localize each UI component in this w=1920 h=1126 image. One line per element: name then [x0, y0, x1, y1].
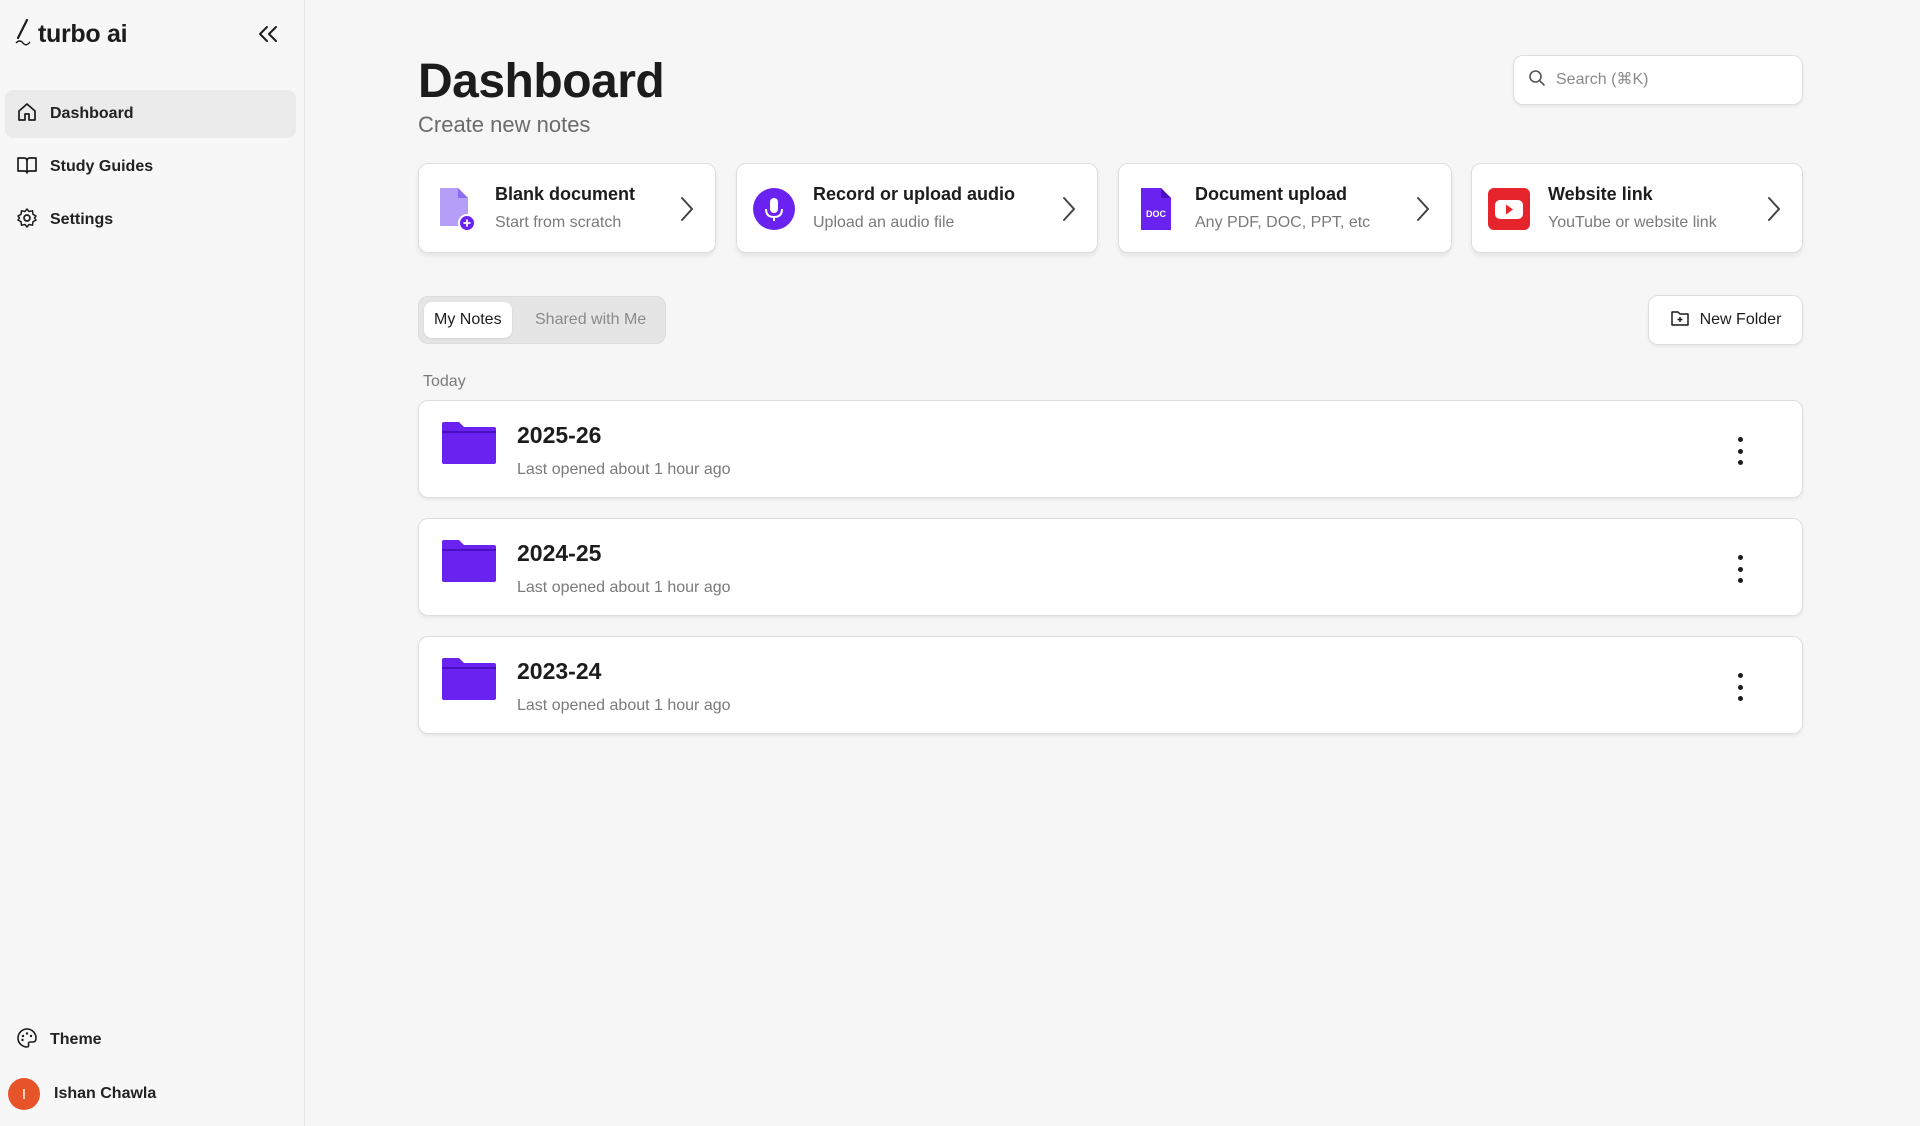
book-icon	[16, 154, 38, 181]
brand-logo[interactable]: turbo ai	[12, 18, 128, 51]
card-title: Blank document	[495, 184, 636, 204]
folder-row[interactable]: 2024-25 Last opened about 1 hour ago	[418, 518, 1803, 616]
create-options: Blank document Start from scratch Record…	[418, 163, 1803, 253]
user-profile[interactable]: I Ishan Chawla	[8, 1078, 156, 1110]
double-chevron-left-icon	[259, 26, 277, 42]
chevron-right-icon	[1415, 195, 1431, 228]
search-icon	[1528, 69, 1546, 92]
page-subtitle: Create new notes	[418, 112, 591, 137]
page-title: Dashboard	[418, 55, 665, 108]
sidebar-item-dashboard[interactable]: Dashboard	[5, 90, 296, 138]
more-options-icon[interactable]	[1730, 555, 1750, 583]
gear-icon	[16, 207, 38, 234]
avatar: I	[8, 1078, 40, 1110]
tab-my-notes[interactable]: My Notes	[424, 302, 512, 338]
blank-document-icon	[433, 186, 479, 232]
chevron-right-icon	[1766, 195, 1782, 228]
new-folder-button[interactable]: New Folder	[1648, 295, 1803, 345]
folder-icon	[441, 657, 497, 706]
folder-name: 2023-24	[517, 658, 602, 684]
card-subtitle: Upload an audio file	[813, 214, 955, 231]
microphone-icon	[751, 186, 797, 232]
folder-meta: Last opened about 1 hour ago	[517, 579, 731, 596]
folder-list: 2025-26 Last opened about 1 hour ago 202…	[418, 400, 1803, 754]
folder-meta: Last opened about 1 hour ago	[517, 461, 731, 478]
folder-name: 2025-26	[517, 422, 602, 448]
tab-shared-with-me[interactable]: Shared with Me	[525, 302, 656, 338]
palette-icon	[16, 1027, 38, 1054]
document-upload-card[interactable]: DOC Document upload Any PDF, DOC, PPT, e…	[1118, 163, 1452, 253]
sidebar-item-label: Settings	[50, 211, 114, 228]
sidebar: turbo ai Dashboard Study Guides Settings	[0, 0, 305, 1126]
theme-label: Theme	[50, 1031, 102, 1048]
section-label: Today	[423, 373, 466, 390]
chevron-right-icon	[1061, 195, 1077, 228]
folder-icon	[441, 539, 497, 588]
folder-row[interactable]: 2023-24 Last opened about 1 hour ago	[418, 636, 1803, 734]
card-title: Website link	[1548, 184, 1653, 204]
sidebar-item-label: Study Guides	[50, 158, 154, 175]
collapse-sidebar-button[interactable]	[254, 20, 282, 48]
search-input[interactable]	[1556, 71, 1776, 89]
more-options-icon[interactable]	[1730, 673, 1750, 701]
sidebar-item-label: Dashboard	[50, 105, 134, 122]
folder-name: 2024-25	[517, 540, 602, 566]
blank-document-card[interactable]: Blank document Start from scratch	[418, 163, 716, 253]
search-box[interactable]	[1513, 55, 1803, 105]
folder-row[interactable]: 2025-26 Last opened about 1 hour ago	[418, 400, 1803, 498]
sidebar-item-study-guides[interactable]: Study Guides	[5, 143, 296, 191]
sidebar-nav: Dashboard Study Guides Settings	[5, 90, 296, 249]
card-subtitle: YouTube or website link	[1548, 214, 1717, 231]
doc-file-icon: DOC	[1133, 186, 1179, 232]
svg-text:DOC: DOC	[1146, 209, 1167, 219]
folder-plus-icon	[1670, 309, 1690, 332]
youtube-icon	[1486, 186, 1532, 232]
website-link-card[interactable]: Website link YouTube or website link	[1471, 163, 1803, 253]
brand-name: turbo ai	[38, 20, 128, 48]
card-title: Record or upload audio	[813, 184, 1016, 204]
chevron-right-icon	[679, 195, 695, 228]
card-subtitle: Any PDF, DOC, PPT, etc	[1195, 214, 1371, 231]
user-name: Ishan Chawla	[54, 1085, 157, 1102]
notes-tabs: My Notes Shared with Me	[418, 296, 666, 344]
card-subtitle: Start from scratch	[495, 214, 622, 231]
card-title: Document upload	[1195, 184, 1347, 204]
sidebar-item-settings[interactable]: Settings	[5, 196, 296, 244]
home-icon	[16, 101, 38, 128]
folder-icon	[441, 421, 497, 470]
record-audio-card[interactable]: Record or upload audio Upload an audio f…	[736, 163, 1098, 253]
theme-button[interactable]: Theme	[5, 1016, 296, 1064]
new-folder-label: New Folder	[1699, 311, 1782, 328]
pen-icon	[12, 18, 32, 51]
folder-meta: Last opened about 1 hour ago	[517, 697, 731, 714]
more-options-icon[interactable]	[1730, 437, 1750, 465]
